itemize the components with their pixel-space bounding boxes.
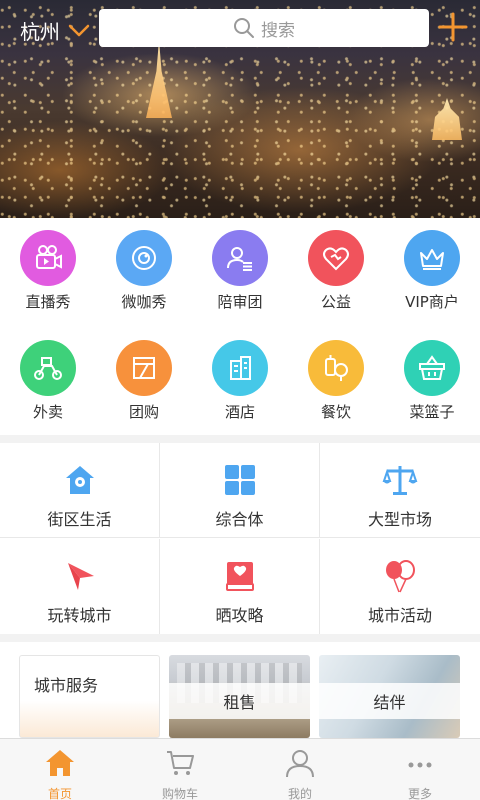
- category-city-events[interactable]: 城市活动: [320, 539, 480, 634]
- card-title: 结伴: [319, 683, 460, 719]
- tab-label: 更多: [407, 787, 432, 800]
- building-icon: [212, 340, 268, 396]
- grid-item-micro-coffee[interactable]: 微咖秀: [96, 230, 192, 312]
- camera-lens-icon: [116, 230, 172, 286]
- category-label: 街区生活: [47, 510, 112, 529]
- category-label: 大型市场: [367, 510, 432, 529]
- paper-plane-icon: [60, 556, 100, 596]
- grid-item-label: VIP商户: [405, 293, 459, 311]
- service-grid: 直播秀 微咖秀 陪审团 公益 VIP商户 外卖 团购 酒店 餐饮 菜篮子: [0, 218, 480, 435]
- tab-label: 首页: [47, 787, 72, 800]
- grid-item-takeout[interactable]: 外卖: [0, 340, 96, 422]
- crown-icon: [404, 230, 460, 286]
- user-list-icon: [212, 230, 268, 286]
- city-service-card[interactable]: 城市服务: [19, 655, 160, 738]
- tab-label: 我的: [287, 787, 312, 800]
- category-street-life[interactable]: 街区生活: [0, 443, 160, 538]
- grid-item-label: 酒店: [224, 403, 255, 421]
- top-bar: 杭州 搜索: [0, 0, 480, 56]
- grid-item-group-buy[interactable]: 团购: [96, 340, 192, 422]
- card-title: 城市服务: [34, 676, 99, 695]
- category-label: 综合体: [215, 510, 264, 529]
- city-selector[interactable]: 杭州: [20, 16, 90, 45]
- add-button[interactable]: [438, 12, 468, 42]
- grid-item-label: 菜篮子: [409, 403, 455, 421]
- grid-item-vip-merchant[interactable]: VIP商户: [384, 230, 480, 312]
- card-title: 租售: [169, 683, 310, 719]
- rent-sale-card[interactable]: 租售: [169, 655, 310, 738]
- grid-item-hotel[interactable]: 酒店: [192, 340, 288, 422]
- search-icon: [234, 18, 254, 38]
- category-label: 玩转城市: [47, 606, 112, 625]
- tab-cart[interactable]: 购物车: [120, 739, 240, 800]
- grid-item-label: 陪审团: [217, 293, 263, 311]
- category-grid: 街区生活 综合体 大型市场 玩转城市 晒攻略 城市活动: [0, 443, 480, 634]
- food-icon: [308, 340, 364, 396]
- grid-blocks-icon: [220, 460, 260, 500]
- basket-icon: [404, 340, 460, 396]
- category-large-market[interactable]: 大型市场: [320, 443, 480, 538]
- coupon-icon: [116, 340, 172, 396]
- category-share-guide[interactable]: 晒攻略: [160, 539, 320, 634]
- grid-item-label: 餐饮: [320, 403, 351, 421]
- home-location-icon: [60, 460, 100, 500]
- grid-item-dining[interactable]: 餐饮: [288, 340, 384, 422]
- balloons-icon: [380, 556, 420, 596]
- cart-icon: [167, 751, 194, 775]
- category-label: 城市活动: [367, 606, 432, 625]
- grid-item-label: 微咖秀: [121, 293, 167, 311]
- home-icon: [46, 750, 74, 776]
- grid-item-label: 外卖: [32, 403, 63, 421]
- category-complex[interactable]: 综合体: [160, 443, 320, 538]
- bottom-nav: 首页 购物车 我的 更多: [0, 738, 480, 800]
- grid-item-label: 团购: [128, 403, 159, 421]
- partner-card[interactable]: 结伴: [319, 655, 460, 738]
- feature-cards: 城市服务 租售 结伴: [0, 642, 480, 738]
- search-placeholder: 搜索: [261, 20, 295, 41]
- grid-item-charity[interactable]: 公益: [288, 230, 384, 312]
- tab-more[interactable]: 更多: [360, 739, 480, 800]
- video-camera-icon: [20, 230, 76, 286]
- more-dots-icon: [408, 762, 432, 768]
- book-icon: [220, 556, 260, 596]
- tab-home[interactable]: 首页: [0, 739, 120, 800]
- chevron-down-icon: [68, 24, 90, 36]
- scooter-icon: [20, 340, 76, 396]
- grid-item-live-show[interactable]: 直播秀: [0, 230, 96, 312]
- tab-mine[interactable]: 我的: [240, 739, 360, 800]
- grid-item-vegetable-basket[interactable]: 菜篮子: [384, 340, 480, 422]
- category-play-city[interactable]: 玩转城市: [0, 539, 160, 634]
- tab-label: 购物车: [161, 787, 198, 800]
- grid-item-jury[interactable]: 陪审团: [192, 230, 288, 312]
- search-input[interactable]: 搜索: [99, 9, 429, 47]
- grid-item-label: 直播秀: [25, 293, 71, 311]
- grid-item-label: 公益: [320, 293, 351, 311]
- scale-icon: [380, 460, 420, 500]
- city-name: 杭州: [20, 20, 60, 44]
- user-icon: [286, 750, 314, 778]
- heart-icon: [308, 230, 364, 286]
- category-label: 晒攻略: [215, 606, 264, 625]
